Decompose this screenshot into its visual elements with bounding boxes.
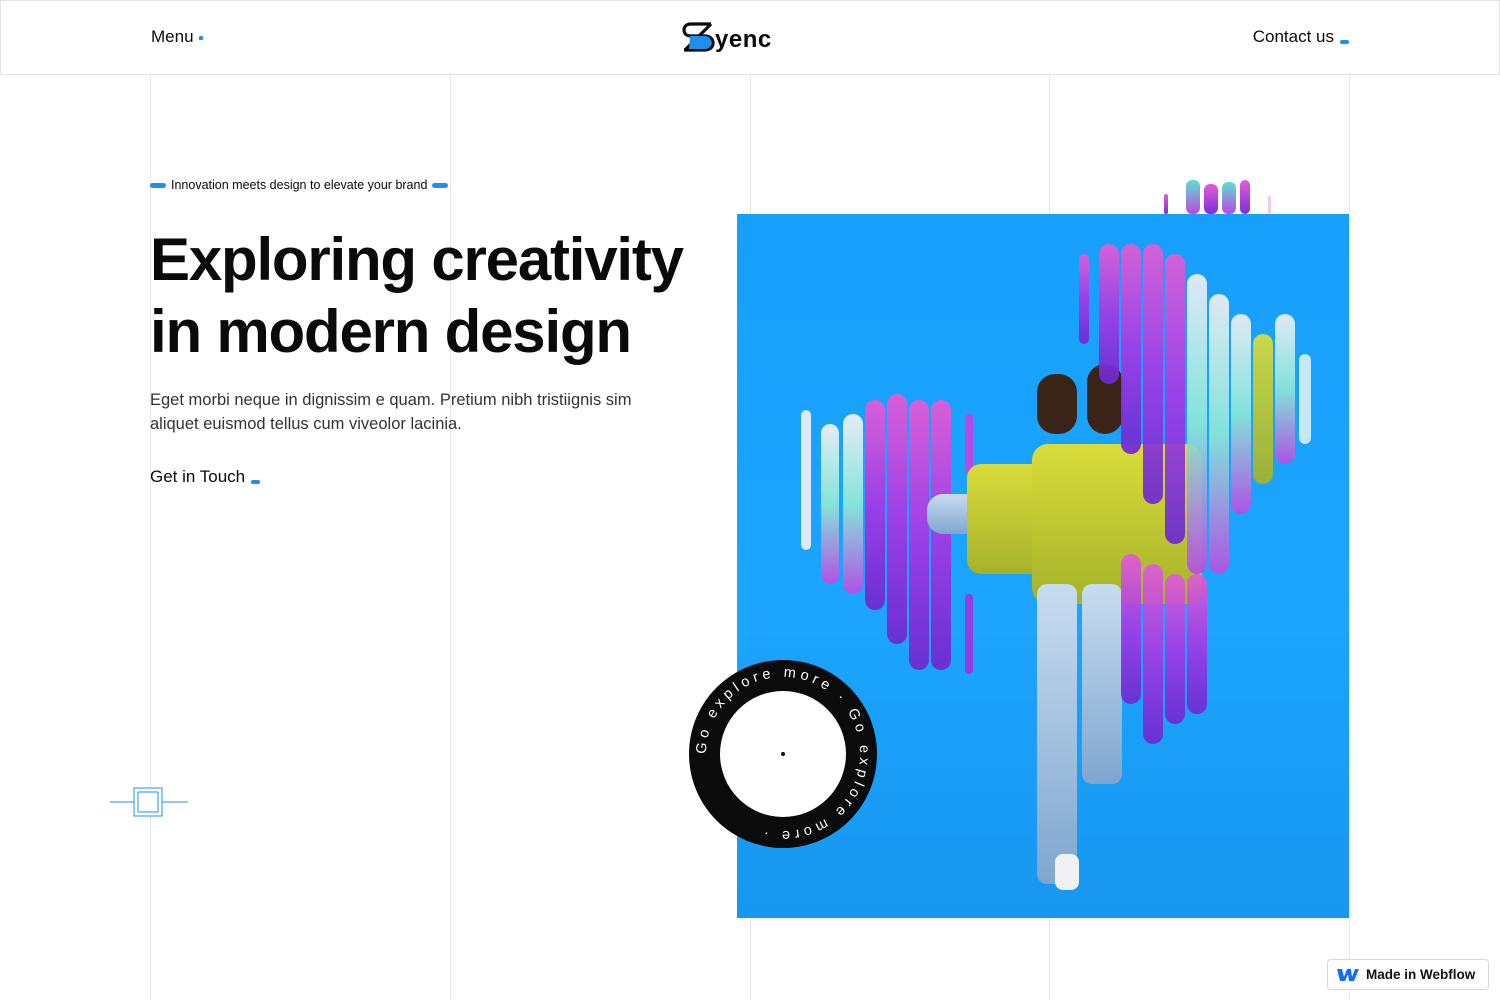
hero-tagline: Innovation meets design to elevate your … — [150, 178, 449, 192]
headline-line-1: Exploring creativity — [150, 226, 684, 293]
contact-us-label: Contact us — [1252, 27, 1334, 46]
logo-text: yenc — [715, 26, 772, 53]
dot-icon — [781, 752, 785, 756]
tagline-text: Innovation meets design to elevate your … — [171, 178, 428, 192]
floating-glass-strips — [1164, 180, 1271, 214]
site-header: Menu yenc Contact us — [0, 0, 1500, 75]
menu-label: Menu — [151, 27, 194, 46]
webflow-badge-label: Made in Webflow — [1366, 967, 1476, 982]
site-logo[interactable]: yenc — [681, 19, 772, 55]
grid-line — [150, 74, 151, 1000]
frame-marker-icon — [110, 787, 188, 817]
grid-line — [1349, 74, 1350, 1000]
webflow-w-icon — [1337, 968, 1359, 981]
get-in-touch-link[interactable]: Get in Touch — [150, 467, 261, 487]
hero-headline: Exploring creativity in modern design — [150, 224, 710, 368]
go-explore-more-badge[interactable]: Go explore more · Go explore more · — [689, 660, 877, 848]
grid-line — [450, 74, 451, 1000]
accent-dash-icon — [1340, 40, 1349, 44]
contact-us-link[interactable]: Contact us — [1253, 27, 1349, 47]
accent-pill-icon — [432, 182, 449, 188]
get-in-touch-label: Get in Touch — [150, 467, 246, 486]
menu-dot-icon — [198, 36, 203, 40]
made-in-webflow-badge[interactable]: Made in Webflow — [1327, 959, 1489, 990]
sync-s-logo-icon — [682, 22, 715, 52]
accent-pill-icon — [150, 182, 166, 188]
circular-text-badge: Go explore more · Go explore more · — [689, 660, 877, 848]
menu-button[interactable]: Menu — [151, 27, 203, 47]
headline-line-2: in modern design — [150, 298, 632, 365]
accent-dash-icon — [251, 480, 261, 484]
hero-description: Eget morbi neque in dignissim e quam. Pr… — [150, 391, 632, 433]
